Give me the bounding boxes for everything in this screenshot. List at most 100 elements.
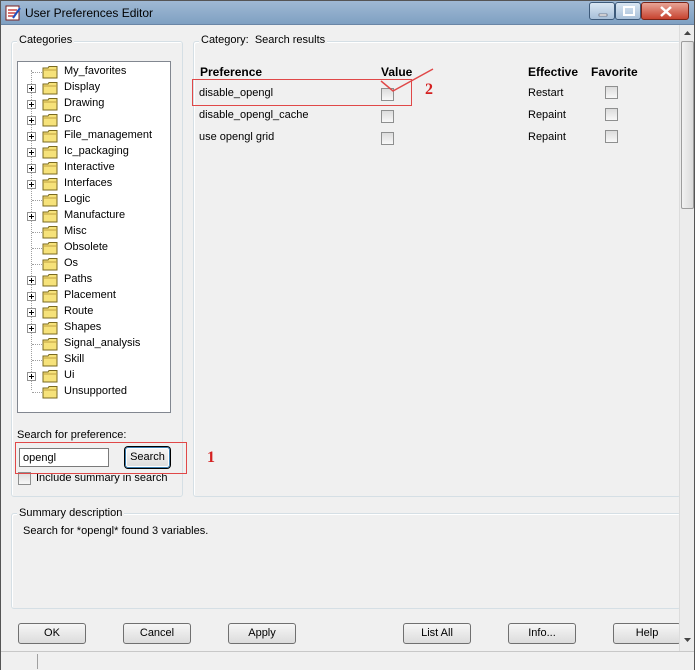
tree-connector xyxy=(32,360,42,361)
tree-item[interactable]: Signal_analysis xyxy=(18,336,170,352)
expand-icon[interactable] xyxy=(27,372,36,381)
tree-item[interactable]: My_favorites xyxy=(18,64,170,80)
category-caption: Category: Search results xyxy=(199,34,328,46)
tree-item-label: Route xyxy=(64,305,94,317)
annotation-box-1 xyxy=(15,442,187,474)
value-checkbox[interactable] xyxy=(381,110,394,123)
tree-item-label: My_favorites xyxy=(64,65,127,77)
tree-item-label: File_management xyxy=(64,129,153,141)
vertical-scrollbar[interactable] xyxy=(679,25,694,651)
expand-icon[interactable] xyxy=(27,132,36,141)
folder-icon xyxy=(42,386,58,399)
category-caption-value: Search results xyxy=(254,34,326,46)
tree-item[interactable]: Paths xyxy=(18,272,170,288)
tree-item[interactable]: Ui xyxy=(18,368,170,384)
title-bar[interactable]: User Preferences Editor xyxy=(1,1,694,25)
expand-icon[interactable] xyxy=(27,292,36,301)
list-all-button[interactable]: List All xyxy=(403,623,471,644)
folder-icon xyxy=(42,306,58,319)
tree-item[interactable]: Placement xyxy=(18,288,170,304)
preference-name: use opengl grid xyxy=(199,131,275,143)
tree-item[interactable]: Drawing xyxy=(18,96,170,112)
tree-item[interactable]: Obsolete xyxy=(18,240,170,256)
categories-tree[interactable]: My_favorites Display Drawing Drc File_manage… xyxy=(17,61,171,413)
favorite-checkbox[interactable] xyxy=(605,86,618,99)
tree-item[interactable]: Route xyxy=(18,304,170,320)
folder-icon xyxy=(42,210,58,223)
status-separator xyxy=(37,654,38,669)
folder-icon xyxy=(42,98,58,111)
folder-icon xyxy=(42,162,58,175)
favorite-checkbox[interactable] xyxy=(605,130,618,143)
tree-connector xyxy=(32,200,42,201)
close-icon xyxy=(660,6,672,17)
tree-item-label: Logic xyxy=(64,193,91,205)
expand-icon[interactable] xyxy=(27,324,36,333)
apply-button[interactable]: Apply xyxy=(228,623,296,644)
tree-item[interactable]: Interactive xyxy=(18,160,170,176)
tree-item-label: Unsupported xyxy=(64,385,127,397)
folder-icon xyxy=(42,338,58,351)
tree-item-label: Obsolete xyxy=(64,241,109,253)
scroll-down-icon[interactable] xyxy=(681,633,694,648)
status-bar xyxy=(1,651,694,670)
tree-connector xyxy=(32,264,42,265)
tree-item[interactable]: Shapes xyxy=(18,320,170,336)
tree-connector xyxy=(32,72,42,73)
scroll-thumb[interactable] xyxy=(681,41,694,209)
folder-icon xyxy=(42,370,58,383)
tree-item[interactable]: Ic_packaging xyxy=(18,144,170,160)
tree-item-label: Skill xyxy=(64,353,85,365)
help-button[interactable]: Help xyxy=(613,623,681,644)
folder-icon xyxy=(42,130,58,143)
favorite-checkbox[interactable] xyxy=(605,108,618,121)
ok-button[interactable]: OK xyxy=(18,623,86,644)
effective-text: Repaint xyxy=(528,131,566,143)
expand-icon[interactable] xyxy=(27,212,36,221)
tree-item[interactable]: Misc xyxy=(18,224,170,240)
expand-icon[interactable] xyxy=(27,116,36,125)
expand-icon[interactable] xyxy=(27,164,36,173)
info-button[interactable]: Info... xyxy=(508,623,576,644)
folder-icon xyxy=(42,226,58,239)
tree-item[interactable]: Skill xyxy=(18,352,170,368)
search-label: Search for preference: xyxy=(17,429,127,441)
annotation-label-2: 2 xyxy=(425,81,433,98)
tree-item[interactable]: Display xyxy=(18,80,170,96)
folder-icon xyxy=(42,178,58,191)
tree-item[interactable]: Os xyxy=(18,256,170,272)
tree-item-label: Ic_packaging xyxy=(64,145,129,157)
tree-item-label: Interfaces xyxy=(64,177,113,189)
tree-item[interactable]: Interfaces xyxy=(18,176,170,192)
minimize-button[interactable] xyxy=(589,2,615,20)
tree-item[interactable]: File_management xyxy=(18,128,170,144)
tree-item[interactable]: Manufacture xyxy=(18,208,170,224)
minimize-icon xyxy=(598,13,608,17)
expand-icon[interactable] xyxy=(27,276,36,285)
header-favorite: Favorite xyxy=(591,65,638,79)
value-checkbox[interactable] xyxy=(381,132,394,145)
folder-icon xyxy=(42,322,58,335)
expand-icon[interactable] xyxy=(27,100,36,109)
expand-icon[interactable] xyxy=(27,180,36,189)
tree-item-label: Interactive xyxy=(64,161,115,173)
maximize-button[interactable] xyxy=(615,2,641,20)
tree-item[interactable]: Unsupported xyxy=(18,384,170,400)
expand-icon[interactable] xyxy=(27,308,36,317)
tree-item-label: Manufacture xyxy=(64,209,126,221)
user-preferences-window: User Preferences Editor Categories My_fa… xyxy=(0,0,695,670)
scroll-up-icon[interactable] xyxy=(681,26,694,41)
expand-icon[interactable] xyxy=(27,148,36,157)
folder-icon xyxy=(42,290,58,303)
close-button[interactable] xyxy=(641,2,689,20)
tree-item-label: Misc xyxy=(64,225,87,237)
tree-item[interactable]: Logic xyxy=(18,192,170,208)
cancel-button[interactable]: Cancel xyxy=(123,623,191,644)
category-caption-label: Category: xyxy=(201,34,249,46)
tree-connector xyxy=(32,392,42,393)
window-title: User Preferences Editor xyxy=(25,6,154,20)
folder-icon xyxy=(42,114,58,127)
expand-icon[interactable] xyxy=(27,84,36,93)
folder-icon xyxy=(42,258,58,271)
tree-item[interactable]: Drc xyxy=(18,112,170,128)
